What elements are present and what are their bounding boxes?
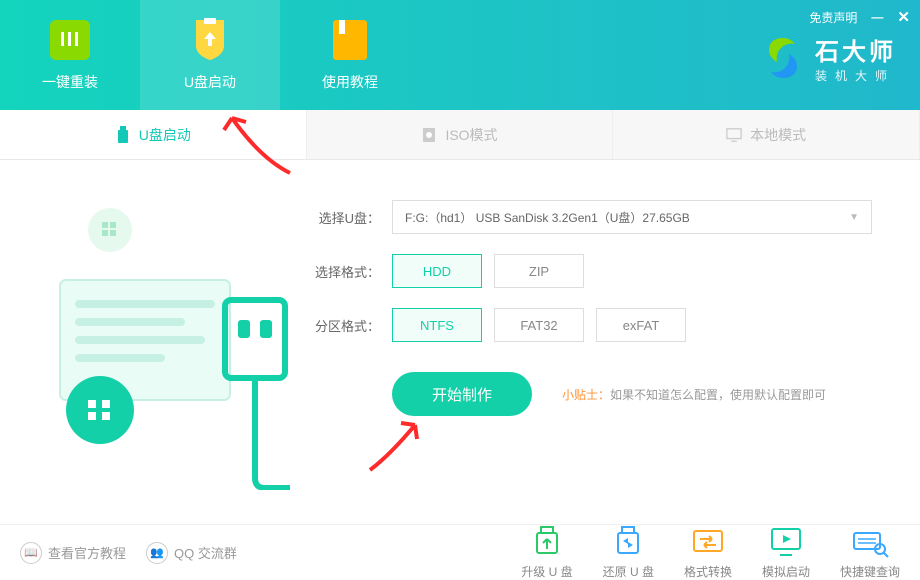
- tool-label: 升级 U 盘: [521, 563, 572, 580]
- group-icon: 👥: [146, 542, 168, 564]
- usb-select-value: F:G:（hd1） USB SanDisk 3.2Gen1（U盘）27.65GB: [405, 209, 690, 226]
- usb-icon: [115, 126, 131, 144]
- brand-logo-icon: [761, 36, 805, 80]
- mode-tab-local[interactable]: 本地模式: [613, 110, 920, 159]
- partition-option-exfat[interactable]: exFAT: [596, 308, 686, 342]
- convert-icon: [688, 525, 728, 559]
- tip-label: 小贴士：: [562, 388, 610, 402]
- close-button[interactable]: ✕: [897, 8, 910, 26]
- form-area: 选择U盘： F:G:（hd1） USB SanDisk 3.2Gen1（U盘）2…: [310, 200, 890, 416]
- brand-subtitle: 装机大师: [815, 67, 896, 84]
- nav-usb-boot[interactable]: U盘启动: [140, 0, 280, 110]
- partition-option-ntfs[interactable]: NTFS: [392, 308, 482, 342]
- mode-tabs: U盘启动 ISO模式 本地模式: [0, 110, 920, 160]
- usb-upgrade-icon: [527, 525, 567, 559]
- nav-reinstall[interactable]: 一键重装: [0, 0, 140, 110]
- bar-chart-icon: [50, 20, 90, 60]
- link-label: 查看官方教程: [48, 543, 126, 562]
- partition-label: 分区格式：: [310, 316, 380, 335]
- bottom-bar: 📖 查看官方教程 👥 QQ 交流群 升级 U 盘 还原 U 盘 格式转换: [0, 524, 920, 580]
- brand-area: 石大师 装机大师: [761, 32, 896, 84]
- tool-label: 格式转换: [684, 563, 732, 580]
- partition-option-fat32[interactable]: FAT32: [494, 308, 584, 342]
- book-icon: [333, 20, 367, 60]
- chevron-down-icon: ▼: [849, 212, 859, 223]
- nav-label: 一键重装: [42, 72, 98, 92]
- start-button[interactable]: 开始制作: [392, 372, 532, 416]
- nav-label: U盘启动: [184, 72, 236, 92]
- qq-group-link[interactable]: 👥 QQ 交流群: [146, 542, 237, 564]
- usb-shield-icon: [192, 18, 228, 62]
- brand-title: 石大师: [815, 32, 896, 67]
- monitor-icon: [726, 126, 742, 144]
- format-label: 选择格式：: [310, 262, 380, 281]
- link-label: QQ 交流群: [174, 543, 237, 562]
- format-option-hdd[interactable]: HDD: [392, 254, 482, 288]
- minimize-button[interactable]: —: [871, 10, 883, 24]
- tool-label: 快捷键查询: [840, 563, 900, 580]
- keyboard-search-icon: [850, 525, 890, 559]
- official-tutorial-link[interactable]: 📖 查看官方教程: [20, 542, 126, 564]
- tip-text: 小贴士：如果不知道怎么配置，使用默认配置即可: [562, 386, 826, 403]
- mode-tab-usb[interactable]: U盘启动: [0, 110, 307, 159]
- mode-tab-label: 本地模式: [750, 125, 806, 145]
- nav-tutorial[interactable]: 使用教程: [280, 0, 420, 110]
- tool-label: 还原 U 盘: [603, 563, 654, 580]
- select-usb-label: 选择U盘：: [310, 208, 380, 227]
- iso-icon: [421, 126, 437, 144]
- simulate-icon: [766, 525, 806, 559]
- usb-select[interactable]: F:G:（hd1） USB SanDisk 3.2Gen1（U盘）27.65GB…: [392, 200, 872, 234]
- nav-label: 使用教程: [322, 72, 378, 92]
- main-content: 选择U盘： F:G:（hd1） USB SanDisk 3.2Gen1（U盘）2…: [0, 160, 920, 530]
- tool-convert[interactable]: 格式转换: [684, 525, 732, 580]
- usb-illustration: [30, 190, 290, 490]
- mode-tab-label: ISO模式: [445, 125, 497, 145]
- app-header: 免责声明 — ✕ 一键重装 U盘启动 使用教程 石大师 装机大师: [0, 0, 920, 110]
- usb-restore-icon: [608, 525, 648, 559]
- book-open-icon: 📖: [20, 542, 42, 564]
- tool-label: 模拟启动: [762, 563, 810, 580]
- mode-tab-label: U盘启动: [139, 125, 191, 145]
- disclaimer-link[interactable]: 免责声明: [809, 9, 857, 26]
- tool-hotkey[interactable]: 快捷键查询: [840, 525, 900, 580]
- tool-restore[interactable]: 还原 U 盘: [603, 525, 654, 580]
- tool-upgrade[interactable]: 升级 U 盘: [521, 525, 572, 580]
- tool-simulate[interactable]: 模拟启动: [762, 525, 810, 580]
- format-option-zip[interactable]: ZIP: [494, 254, 584, 288]
- mode-tab-iso[interactable]: ISO模式: [307, 110, 614, 159]
